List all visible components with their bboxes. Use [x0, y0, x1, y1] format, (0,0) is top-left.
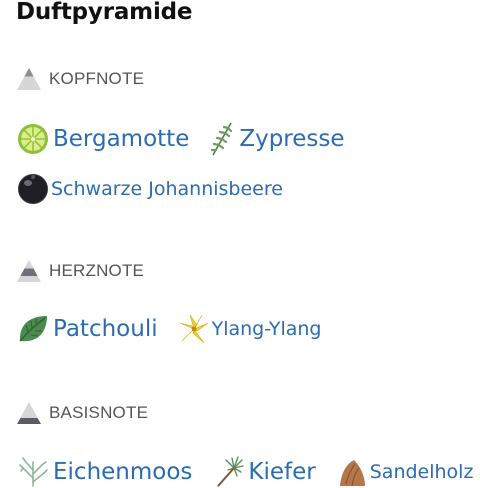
section-kopfnote: KOPFNOTE: [17, 66, 144, 92]
note-label: Ylang-Ylang: [211, 318, 322, 340]
note-kiefer[interactable]: Kiefer: [212, 456, 316, 488]
pyramid-middle-icon: [17, 260, 41, 282]
notes-row-herz: Patchouli Ylang-Ylang: [17, 313, 341, 345]
section-basisnote: BASISNOTE: [17, 400, 148, 426]
note-label: Patchouli: [53, 316, 158, 342]
section-label: BASISNOTE: [49, 403, 149, 422]
note-label: Schwarze Johannisbeere: [51, 178, 283, 200]
notes-row-kopf-1: Bergamotte Zypresse: [17, 122, 365, 156]
notes-row-basis: Eichenmoos Kiefer Sandelholz: [17, 456, 480, 488]
patchouli-leaf-icon: [19, 316, 47, 342]
pyramid-top-icon: [17, 68, 41, 90]
note-label: Eichenmoos: [53, 459, 193, 485]
note-sandelholz[interactable]: Sandelholz: [336, 456, 473, 488]
note-zypresse[interactable]: Zypresse: [209, 122, 345, 156]
section-label: HERZNOTE: [49, 261, 145, 280]
note-label: Kiefer: [248, 459, 316, 485]
ylang-flower-icon: [179, 314, 208, 344]
notes-row-kopf-2: Schwarze Johannisbeere: [17, 173, 303, 205]
note-eichenmoos[interactable]: Eichenmoos: [17, 456, 192, 488]
sandalwood-icon: [339, 460, 365, 487]
pyramid-base-icon: [17, 402, 41, 424]
note-label: Bergamotte: [53, 126, 190, 152]
note-schwarze-johannisbeere[interactable]: Schwarze Johannisbeere: [17, 173, 283, 205]
section-herznote: HERZNOTE: [17, 258, 144, 284]
pine-icon: [217, 456, 245, 487]
blackcurrant-icon: [18, 174, 48, 204]
note-label: Zypresse: [239, 126, 345, 152]
bergamot-icon: [18, 124, 48, 154]
cypress-icon: [211, 122, 233, 156]
section-label: KOPFNOTE: [49, 69, 145, 88]
page-title: Duftpyramide: [16, 0, 193, 25]
oakmoss-icon: [19, 457, 48, 487]
note-patchouli[interactable]: Patchouli: [17, 313, 158, 345]
note-ylang-ylang[interactable]: Ylang-Ylang: [178, 313, 322, 345]
note-bergamotte[interactable]: Bergamotte: [17, 123, 189, 155]
